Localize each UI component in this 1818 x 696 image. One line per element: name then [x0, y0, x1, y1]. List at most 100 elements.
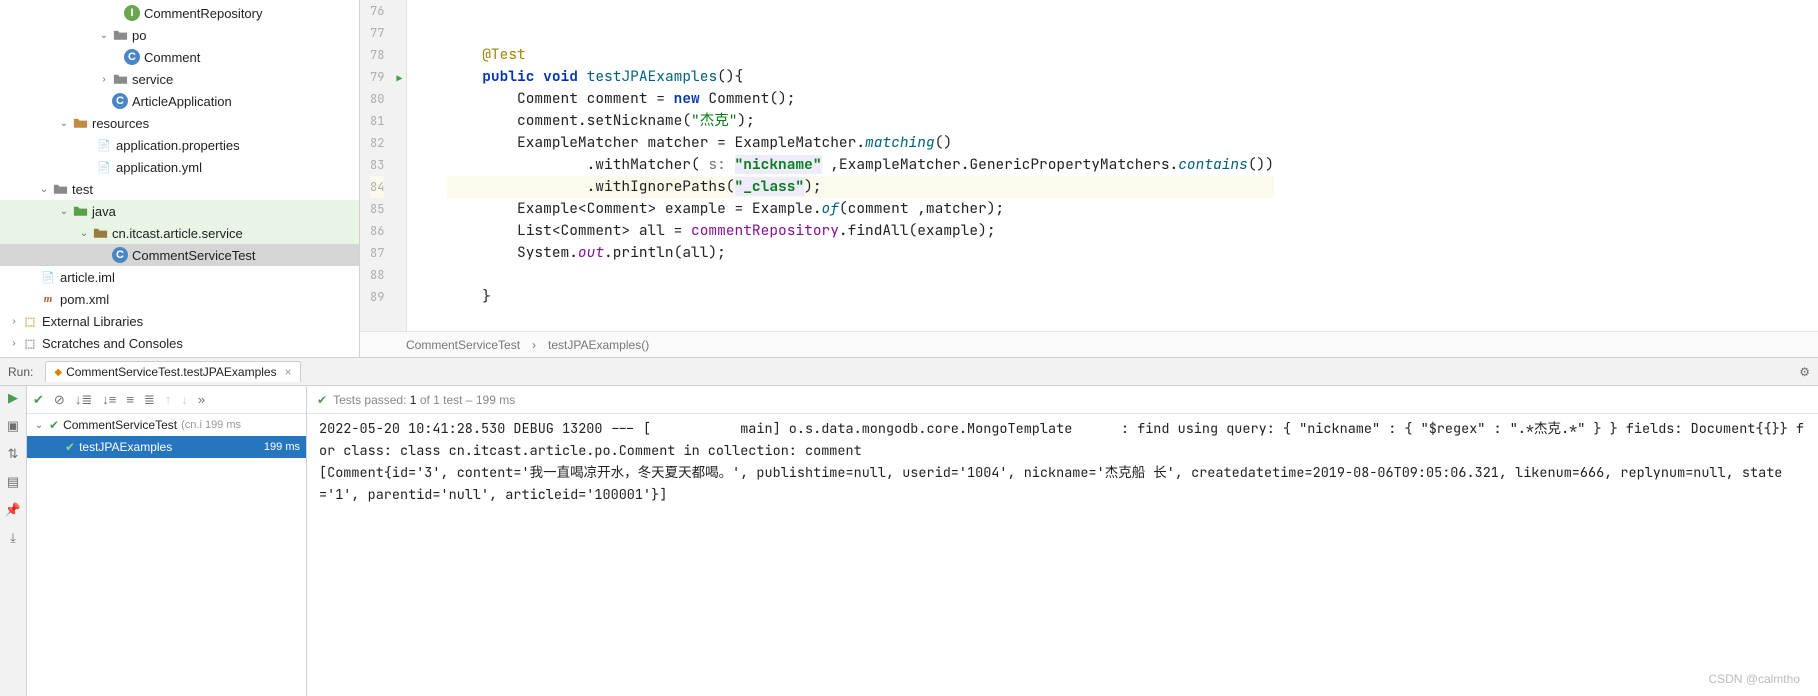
status-prefix: Tests passed:	[333, 393, 406, 407]
export-icon[interactable]: ⤓	[10, 530, 16, 546]
test-tree-panel: ✔ ⊘ ↓≣ ↓≡ ≡ ≣ ↑ ↓ » ⌄ ✔ CommentServiceTe…	[27, 386, 307, 696]
chevron-right-icon[interactable]: ›	[8, 338, 20, 349]
test-folder-icon	[72, 203, 88, 219]
properties-icon: 📄	[96, 137, 112, 153]
tree-label: Scratches and Consoles	[42, 336, 183, 351]
line-gutter[interactable]: 76 77 78 79▶ 80 81 82 83 84 85 86 87 88 …	[360, 0, 407, 331]
tree-item-external-libs[interactable]: ›⬚External Libraries	[0, 310, 359, 332]
code-content[interactable]: @Test public void testJPAExamples(){ Com…	[407, 0, 1274, 331]
chevron-down-icon[interactable]: ⌄	[33, 420, 45, 431]
breadcrumb-separator: ›	[532, 338, 536, 352]
toggle-icon[interactable]: ⇅	[8, 446, 19, 462]
stop-icon[interactable]: ▣	[7, 418, 19, 434]
test-child-row[interactable]: ✔ testJPAExamples 199 ms	[27, 436, 306, 458]
chevron-right-icon[interactable]: ›	[98, 74, 110, 85]
tree-item-scratches[interactable]: ›⬚ Scratches and Consoles	[0, 332, 359, 354]
tree-item-comment-service-test[interactable]: CCommentServiceTest	[0, 244, 359, 266]
line-number: 81	[370, 110, 384, 132]
tree-item-article-iml[interactable]: 📄 article.iml	[0, 266, 359, 288]
chevron-down-icon[interactable]: ⌄	[98, 30, 110, 41]
tree-item-app-properties[interactable]: 📄 application.properties	[0, 134, 359, 156]
sort-icon[interactable]: ↓≣	[75, 392, 92, 408]
tree-label: resources	[92, 116, 149, 131]
close-icon[interactable]: ×	[285, 365, 292, 379]
class-icon: C	[112, 247, 128, 263]
tree-item-comment[interactable]: C Comment	[0, 46, 359, 68]
run-gutter-icon[interactable]: ▶	[396, 68, 402, 90]
tree-item-package[interactable]: ⌄cn.itcast.article.service	[0, 222, 359, 244]
yml-icon: 📄	[96, 159, 112, 175]
line-number: 76	[370, 0, 384, 22]
test-duration: 199 ms	[264, 441, 300, 453]
tree-item-resources[interactable]: ⌄ resources	[0, 112, 359, 134]
run-tab[interactable]: ◆ CommentServiceTest.testJPAExamples ×	[45, 361, 300, 382]
fail-filter-icon[interactable]: ⊘	[54, 392, 65, 408]
prev-icon[interactable]: ↑	[165, 392, 172, 407]
package-icon	[92, 225, 108, 241]
layout-icon[interactable]: ▤	[7, 474, 19, 490]
chevron-down-icon[interactable]: ⌄	[38, 184, 50, 195]
collapse-icon[interactable]: ≣	[144, 392, 155, 408]
run-tab-label: CommentServiceTest.testJPAExamples	[66, 365, 277, 379]
tree-label: pom.xml	[60, 292, 109, 307]
watermark: CSDN @calmtho	[1708, 672, 1800, 686]
folder-icon	[112, 71, 128, 87]
folder-icon	[112, 27, 128, 43]
tree-label: application.yml	[116, 160, 202, 175]
line-number: 83	[370, 154, 384, 176]
line-number: 88	[370, 264, 384, 286]
folder-icon	[52, 181, 68, 197]
chevron-down-icon[interactable]: ⌄	[58, 206, 70, 217]
interface-icon: I	[124, 5, 140, 21]
scratch-icon: ⬚	[22, 335, 38, 351]
maven-icon: m	[40, 291, 56, 307]
line-number: 84	[370, 176, 384, 198]
expand-icon[interactable]: ≡	[126, 392, 134, 407]
pass-filter-icon[interactable]: ✔	[33, 392, 44, 408]
test-meta: (cn.i 199 ms	[181, 419, 241, 431]
tree-label: article.iml	[60, 270, 115, 285]
tree-label: application.properties	[116, 138, 240, 153]
line-number: 77	[370, 22, 384, 44]
check-icon: ✔	[317, 393, 327, 407]
tree-item-test[interactable]: ⌄ test	[0, 178, 359, 200]
class-icon: C	[112, 93, 128, 109]
test-root-row[interactable]: ⌄ ✔ CommentServiceTest (cn.i 199 ms	[27, 414, 306, 436]
class-icon: C	[124, 49, 140, 65]
gear-icon[interactable]: ⚙	[1799, 365, 1810, 379]
test-name: CommentServiceTest	[63, 418, 177, 432]
status-suffix: of 1 test – 199 ms	[420, 393, 515, 407]
sort-alpha-icon[interactable]: ↓≡	[102, 392, 116, 407]
chevron-right-icon[interactable]: ›	[8, 316, 20, 327]
tree-item-service[interactable]: ›service	[0, 68, 359, 90]
more-icon[interactable]: »	[198, 392, 205, 407]
tree-label: java	[92, 204, 116, 219]
console-output[interactable]: 2022-05-20 10:41:28.530 DEBUG 13200 --- …	[307, 414, 1818, 696]
breadcrumb-method[interactable]: testJPAExamples()	[548, 338, 649, 352]
tree-item-pom[interactable]: m pom.xml	[0, 288, 359, 310]
tree-label: po	[132, 28, 146, 43]
tree-item-app-yml[interactable]: 📄 application.yml	[0, 156, 359, 178]
line-number: 86	[370, 220, 384, 242]
tree-item-java[interactable]: ⌄ java	[0, 200, 359, 222]
rerun-icon[interactable]: ▶	[8, 390, 18, 406]
next-icon[interactable]: ↓	[181, 392, 188, 407]
tree-item-article-application[interactable]: CArticleApplication	[0, 90, 359, 112]
run-config-icon: ◆	[54, 367, 62, 378]
tree-item-comment-repository[interactable]: ICommentRepository	[0, 2, 359, 24]
breadcrumb[interactable]: CommentServiceTest › testJPAExamples()	[360, 331, 1818, 357]
breadcrumb-class[interactable]: CommentServiceTest	[406, 338, 520, 352]
line-number: 85	[370, 198, 384, 220]
tree-label: Comment	[144, 50, 200, 65]
pin-icon[interactable]: 📌	[5, 502, 21, 518]
chevron-down-icon[interactable]: ⌄	[78, 228, 90, 239]
line-number: 79▶	[370, 66, 384, 88]
iml-icon: 📄	[40, 269, 56, 285]
tree-label: test	[72, 182, 93, 197]
project-tree[interactable]: ICommentRepository ⌄ po C Comment ›service…	[0, 0, 360, 357]
tree-item-po[interactable]: ⌄ po	[0, 24, 359, 46]
check-icon: ✔	[65, 440, 75, 454]
chevron-down-icon[interactable]: ⌄	[58, 118, 70, 129]
run-action-bar: ▶ ▣ ⇅ ▤ 📌 ⤓	[0, 386, 27, 696]
line-number: 87	[370, 242, 384, 264]
